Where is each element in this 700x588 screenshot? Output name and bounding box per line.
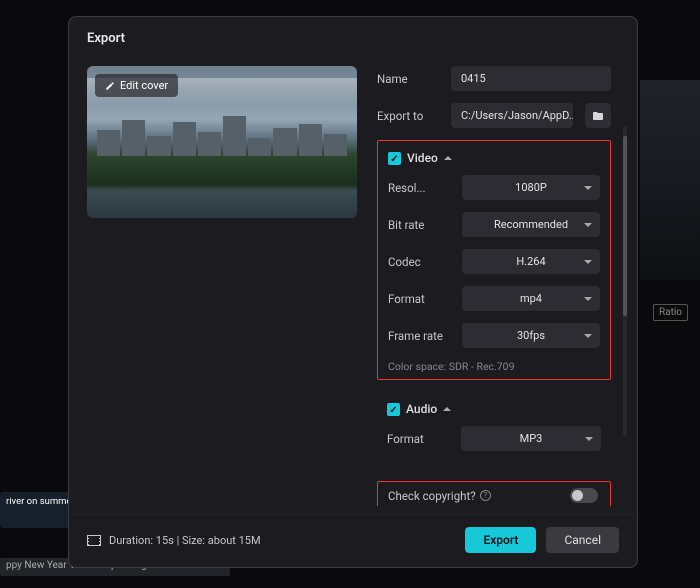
framerate-select[interactable]: 30fps <box>462 323 600 348</box>
video-format-select[interactable]: mp4 <box>462 286 600 311</box>
copyright-label: Check copyright? ? <box>388 489 491 503</box>
form-column: Name 0415 Export to C:/Users/Jason/AppD.… <box>377 66 629 506</box>
scrollbar-track[interactable] <box>623 126 627 436</box>
pencil-icon <box>105 81 115 91</box>
video-section-toggle[interactable]: Video <box>388 151 600 165</box>
cover-preview: Edit cover <box>87 66 357 218</box>
copyright-row: Check copyright? ? <box>377 481 611 506</box>
film-icon <box>87 535 101 546</box>
export-dialog: Export Edit cover Name <box>68 16 638 568</box>
duration-size-text: Duration: 15s | Size: about 15M <box>109 534 261 547</box>
chevron-up-icon <box>443 407 451 411</box>
preview-column: Edit cover <box>87 66 357 514</box>
backdrop-thumbnail <box>640 80 700 280</box>
edit-cover-button[interactable]: Edit cover <box>95 74 178 97</box>
browse-folder-button[interactable] <box>585 103 611 128</box>
ratio-badge[interactable]: Ratio <box>653 304 688 321</box>
chevron-down-icon <box>585 437 593 441</box>
info-icon[interactable]: ? <box>480 490 491 501</box>
framerate-label: Frame rate <box>388 329 454 343</box>
chevron-down-icon <box>584 260 592 264</box>
resolution-label: Resol... <box>388 181 454 195</box>
video-section-label: Video <box>407 151 438 165</box>
footer-info: Duration: 15s | Size: about 15M <box>87 534 261 547</box>
bitrate-label: Bit rate <box>388 218 454 232</box>
chevron-down-icon <box>584 334 592 338</box>
cancel-button[interactable]: Cancel <box>546 527 619 553</box>
folder-icon <box>591 110 605 122</box>
scrollbar-thumb[interactable] <box>623 136 627 316</box>
name-label: Name <box>377 72 443 86</box>
codec-label: Codec <box>388 255 454 269</box>
chevron-up-icon <box>444 156 452 160</box>
dialog-footer: Duration: 15s | Size: about 15M Export C… <box>69 514 637 567</box>
chevron-down-icon <box>584 297 592 301</box>
video-checkbox[interactable] <box>388 152 401 165</box>
audio-section-toggle[interactable]: Audio <box>387 402 601 416</box>
audio-checkbox[interactable] <box>387 403 400 416</box>
edit-cover-label: Edit cover <box>120 79 168 92</box>
audio-format-select[interactable]: MP3 <box>461 426 601 451</box>
export-to-label: Export to <box>377 109 443 123</box>
dialog-title: Export <box>69 17 637 56</box>
name-input[interactable]: 0415 <box>451 66 611 91</box>
resolution-select[interactable]: 1080P <box>462 175 600 200</box>
chevron-down-icon <box>584 186 592 190</box>
format-label: Format <box>388 292 454 306</box>
chevron-down-icon <box>584 223 592 227</box>
codec-select[interactable]: H.264 <box>462 249 600 274</box>
audio-section-label: Audio <box>406 402 437 416</box>
audio-section: Audio Format MP3 <box>377 392 611 469</box>
audio-format-label: Format <box>387 432 453 446</box>
export-button[interactable]: Export <box>465 527 536 553</box>
copyright-toggle[interactable] <box>570 488 598 503</box>
colorspace-note: Color space: SDR - Rec.709 <box>388 360 600 373</box>
bitrate-select[interactable]: Recommended <box>462 212 600 237</box>
export-to-input[interactable]: C:/Users/Jason/AppD... <box>451 103 573 128</box>
video-section: Video Resol... 1080P Bit rate Recommende… <box>377 140 611 380</box>
